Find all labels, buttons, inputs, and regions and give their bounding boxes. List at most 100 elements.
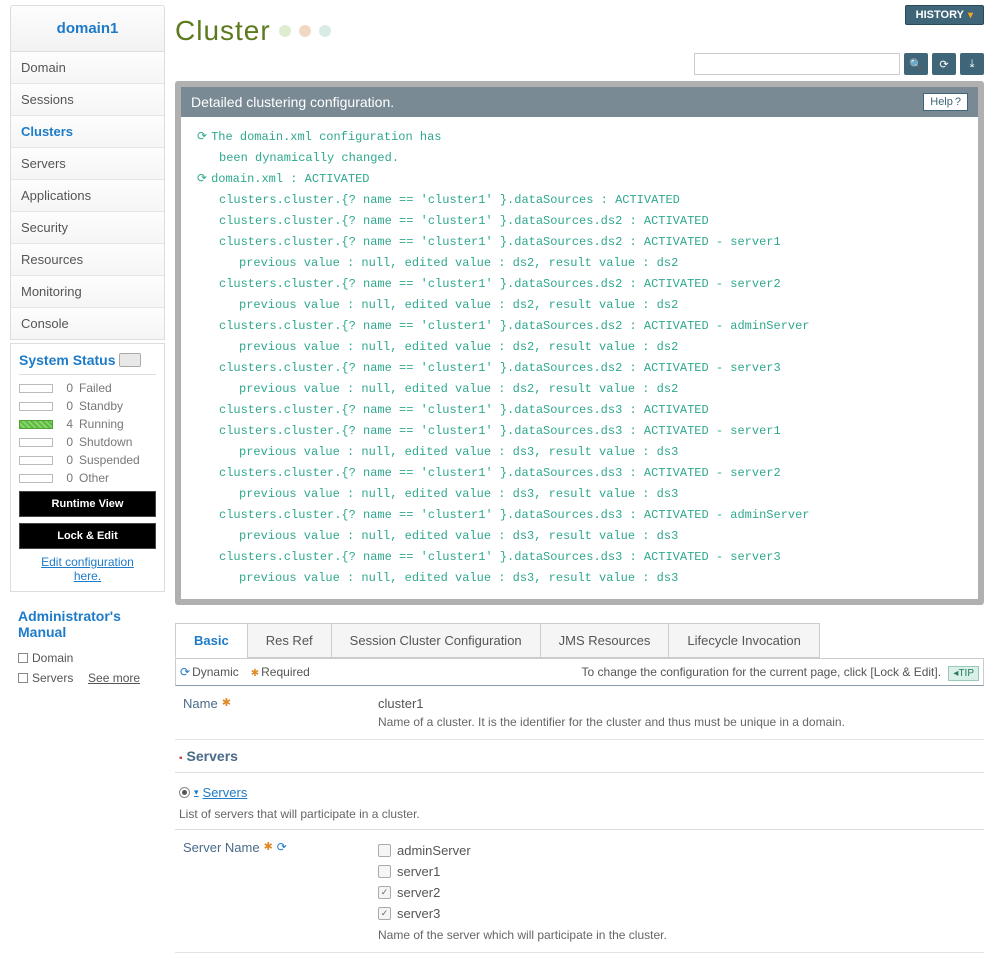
status-label: Suspended (79, 453, 140, 467)
edit-config-link[interactable]: Edit configurationhere. (19, 555, 156, 583)
sidebar-item-monitoring[interactable]: Monitoring (11, 276, 164, 308)
search-icon[interactable]: 🔍 (904, 53, 928, 75)
server-list: adminServer server1 server2 server3 (378, 840, 976, 924)
required-star-icon: ✱ (264, 840, 273, 853)
status-bar-icon (19, 456, 53, 465)
admin-manual-box: Administrator's Manual Domain Servers Se… (10, 604, 165, 692)
sidebar-item-console[interactable]: Console (11, 308, 164, 339)
legend-row: Dynamic Required To change the configura… (175, 658, 984, 686)
system-status-head: System Status (19, 352, 156, 375)
status-count: 0 (59, 471, 73, 485)
log-line: clusters.cluster.{? name == 'cluster1' }… (197, 211, 962, 232)
dynamic-icon: ⟳ (277, 840, 287, 854)
panel-title: Detailed clustering configuration. (191, 94, 394, 110)
status-bar-icon (19, 402, 53, 411)
log-line: previous value : null, edited value : ds… (197, 568, 962, 589)
server-name-label: Server Name ✱ ⟳ (183, 840, 378, 942)
server-option-server2[interactable]: server2 (378, 882, 976, 903)
server-option-label: server3 (397, 906, 440, 921)
required-star-icon: ✱ (222, 696, 231, 709)
status-bar-icon (19, 420, 53, 429)
status-row-standby: 0Standby (19, 399, 156, 413)
log-line: previous value : null, edited value : ds… (197, 526, 962, 547)
status-bar-icon (19, 384, 53, 393)
log-line: ⟳domain.xml : ACTIVATED (197, 169, 962, 190)
log-line: previous value : null, edited value : ds… (197, 253, 962, 274)
decorative-circles (279, 25, 331, 37)
server-option-server3[interactable]: server3 (378, 903, 976, 924)
server-option-adminServer[interactable]: adminServer (378, 840, 976, 861)
manual-link-servers[interactable]: Servers See more (18, 668, 157, 688)
status-row-shutdown: 0 Shutdown (19, 435, 156, 449)
page-title: Cluster (175, 15, 271, 47)
status-bar-icon (19, 474, 53, 483)
history-button[interactable]: HISTORY▾ (905, 5, 984, 25)
server-option-server1[interactable]: server1 (378, 861, 976, 882)
status-label: Shutdown (79, 435, 132, 449)
status-toggle-icon[interactable] (119, 353, 141, 367)
sidebar-item-sessions[interactable]: Sessions (11, 84, 164, 116)
lock-edit-button[interactable]: Lock & Edit (19, 523, 156, 549)
server-option-label: adminServer (397, 843, 471, 858)
status-row-suspended: 0 Suspended (19, 453, 156, 467)
admin-manual-title: Administrator's Manual (18, 608, 157, 640)
sidebar-item-servers[interactable]: Servers (11, 148, 164, 180)
sidebar-menu: DomainSessionsClustersServersApplication… (10, 52, 165, 340)
log-area: ⟳The domain.xml configuration hasbeen dy… (181, 117, 978, 599)
log-line: clusters.cluster.{? name == 'cluster1' }… (197, 400, 962, 421)
help-button[interactable]: Help ? (923, 93, 968, 111)
log-line: clusters.cluster.{? name == 'cluster1' }… (197, 190, 962, 211)
checkbox-icon (378, 844, 391, 857)
log-line: clusters.cluster.{? name == 'cluster1' }… (197, 463, 962, 484)
log-line: clusters.cluster.{? name == 'cluster1' }… (197, 316, 962, 337)
manual-link-domain[interactable]: Domain (18, 648, 157, 668)
log-line: ⟳The domain.xml configuration has (197, 127, 962, 148)
runtime-view-button[interactable]: Runtime View (19, 491, 156, 517)
sidebar-item-security[interactable]: Security (11, 212, 164, 244)
domain-title[interactable]: domain1 (10, 5, 165, 52)
server-option-label: server2 (397, 885, 440, 900)
name-label: Name✱ (183, 696, 378, 729)
refresh-icon[interactable]: ⟳ (932, 53, 956, 75)
tip-badge[interactable]: ◂TIP (948, 666, 979, 681)
status-row-other: 0Other (19, 471, 156, 485)
name-row: Name✱ cluster1 Name of a cluster. It is … (175, 686, 984, 740)
log-line: clusters.cluster.{? name == 'cluster1' }… (197, 232, 962, 253)
status-count: 0 (59, 435, 73, 449)
status-row-running: 4Running (19, 417, 156, 431)
tab-lifecycle-invocation[interactable]: Lifecycle Invocation (668, 623, 819, 658)
log-line: clusters.cluster.{? name == 'cluster1' }… (197, 505, 962, 526)
sidebar-item-applications[interactable]: Applications (11, 180, 164, 212)
log-line: clusters.cluster.{? name == 'cluster1' }… (197, 274, 962, 295)
tab-basic[interactable]: Basic (175, 623, 248, 658)
search-input[interactable] (694, 53, 900, 75)
tab-res-ref[interactable]: Res Ref (247, 623, 332, 658)
system-status-box: System Status 0Failed0Standby4Running0Sh… (10, 343, 165, 592)
radio-icon (179, 787, 190, 798)
main-area: HISTORY▾ Cluster 🔍 ⟳ ⤓ Detailed clusteri… (165, 0, 994, 973)
status-label: Running (79, 417, 124, 431)
log-line: previous value : null, edited value : ds… (197, 379, 962, 400)
log-line: previous value : null, edited value : ds… (197, 484, 962, 505)
servers-desc: List of servers that will participate in… (175, 804, 984, 829)
servers-sublink[interactable]: ▾ Servers (175, 781, 984, 804)
log-line: clusters.cluster.{? name == 'cluster1' }… (197, 547, 962, 568)
chevron-down-icon: ▾ (968, 10, 973, 21)
checkbox-icon (378, 886, 391, 899)
export-xml-icon[interactable]: ⤓ (960, 53, 984, 75)
sidebar-item-domain[interactable]: Domain (11, 52, 164, 84)
sidebar-item-resources[interactable]: Resources (11, 244, 164, 276)
server-name-desc: Name of the server which will participat… (378, 928, 976, 942)
log-line: clusters.cluster.{? name == 'cluster1' }… (197, 358, 962, 379)
servers-section-head: Servers (175, 740, 984, 772)
sync-icon: ⟳ (197, 172, 207, 186)
server-option-label: server1 (397, 864, 440, 879)
tab-session-cluster-configuration[interactable]: Session Cluster Configuration (331, 623, 541, 658)
see-more-link[interactable]: See more (88, 671, 140, 685)
status-bar-icon (19, 438, 53, 447)
log-line: been dynamically changed. (197, 148, 962, 169)
tab-jms-resources[interactable]: JMS Resources (540, 623, 670, 658)
status-count: 0 (59, 453, 73, 467)
sidebar-item-clusters[interactable]: Clusters (11, 116, 164, 148)
caret-down-icon: ▾ (194, 787, 199, 798)
